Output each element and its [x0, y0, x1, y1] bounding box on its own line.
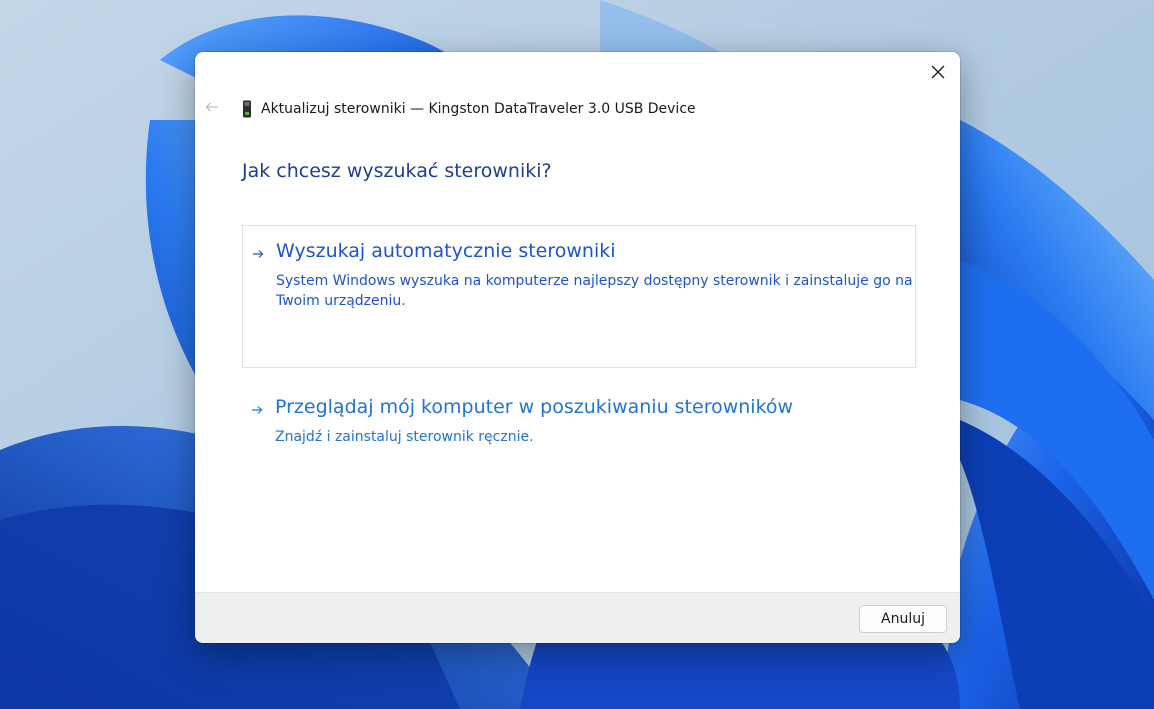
option-title: Wyszukaj automatycznie sterowniki — [276, 240, 616, 262]
update-drivers-dialog: Aktualizuj sterowniki — Kingston DataTra… — [195, 52, 960, 643]
dialog-footer: Anuluj — [195, 592, 960, 643]
back-arrow-icon — [205, 102, 218, 112]
usb-drive-icon — [243, 100, 251, 118]
option-description: System Windows wyszuka na komputerze naj… — [276, 273, 913, 309]
option-description: Znajdź i zainstaluj sterownik ręcznie. — [275, 429, 534, 445]
dialog-title-row: Aktualizuj sterowniki — Kingston DataTra… — [242, 98, 696, 120]
arrow-right-icon — [253, 250, 264, 258]
close-button[interactable] — [924, 58, 952, 86]
cancel-button[interactable]: Anuluj — [859, 605, 947, 633]
back-button[interactable] — [203, 98, 221, 116]
close-icon — [931, 65, 945, 79]
arrow-right-icon — [252, 406, 263, 414]
dialog-title: Aktualizuj sterowniki — Kingston DataTra… — [261, 101, 696, 117]
option-title: Przeglądaj mój komputer w poszukiwaniu s… — [275, 396, 794, 418]
browse-my-computer-option[interactable]: Przeglądaj mój komputer w poszukiwaniu s… — [242, 382, 916, 445]
desktop: Aktualizuj sterowniki — Kingston DataTra… — [0, 0, 1154, 709]
page-heading: Jak chcesz wyszukać sterowniki? — [242, 160, 552, 182]
search-automatically-option[interactable]: Wyszukaj automatycznie sterowniki System… — [242, 225, 916, 368]
